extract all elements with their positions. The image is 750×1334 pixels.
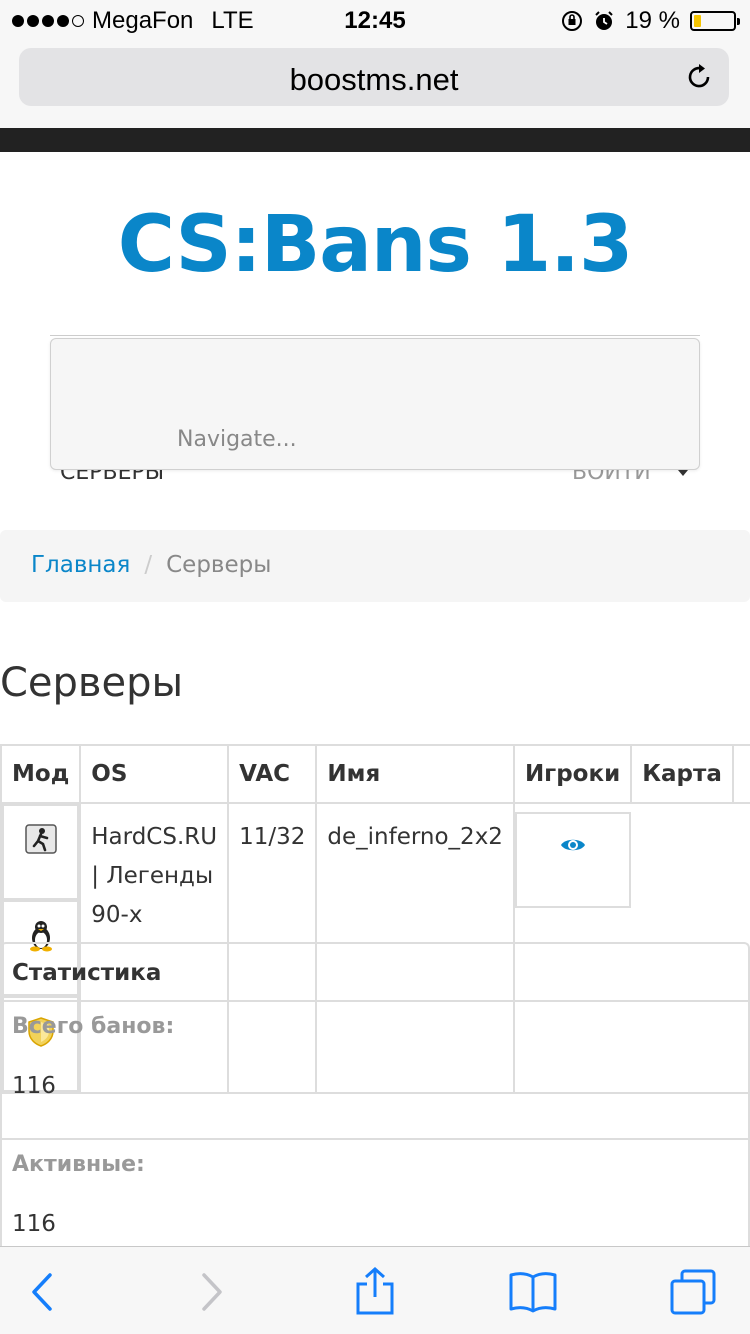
battery-icon: [690, 11, 740, 31]
site-top-bar: [0, 128, 750, 152]
browser-toolbar: [0, 1246, 750, 1334]
statistics-heading: Статистика: [2, 944, 748, 1002]
stat-active-bans: Активные: 116: [2, 1140, 748, 1252]
url-text[interactable]: boostms.net: [19, 62, 729, 98]
column-header-name: Имя: [315, 744, 515, 804]
nav-divider: [50, 335, 700, 336]
cs-mod-icon: [24, 824, 57, 854]
eye-icon[interactable]: [560, 836, 586, 854]
share-icon[interactable]: [350, 1267, 400, 1317]
action-cell[interactable]: [514, 812, 632, 908]
stat-label: Всего банов:: [12, 1014, 175, 1039]
chevron-down-icon[interactable]: [678, 470, 688, 476]
bookmarks-icon[interactable]: [508, 1267, 558, 1317]
navigate-placeholder: Navigate...: [177, 427, 297, 452]
address-bar[interactable]: boostms.net: [19, 48, 729, 106]
table-header-row: Мод OS VAC Имя Игроки Карта: [0, 744, 750, 804]
battery-percent: 19 %: [625, 7, 680, 34]
column-header-os: OS: [79, 744, 230, 804]
mod-cell: [2, 804, 80, 900]
tabs-icon[interactable]: [668, 1267, 718, 1317]
browser-address-area: boostms.net: [0, 40, 750, 128]
stat-value: 116: [12, 1073, 56, 1099]
stat-total-bans: Всего банов: 116: [2, 1002, 748, 1140]
breadcrumb: Главная / Серверы: [0, 530, 750, 602]
breadcrumb-home-link[interactable]: Главная: [31, 552, 130, 578]
breadcrumb-separator: /: [144, 552, 153, 578]
site-title[interactable]: CS:Bans 1.3: [0, 200, 750, 290]
stat-label: Активные:: [12, 1152, 145, 1177]
column-header-players: Игроки: [512, 744, 633, 804]
column-header-map: Карта: [630, 744, 734, 804]
forward-icon[interactable]: [186, 1267, 236, 1317]
navigate-select[interactable]: Navigate...: [50, 338, 700, 470]
back-icon[interactable]: [20, 1267, 70, 1317]
alarm-icon: [595, 11, 614, 30]
column-header-vac: VAC: [227, 744, 318, 804]
orientation-lock-icon: [562, 11, 583, 31]
reload-icon[interactable]: [683, 61, 715, 93]
status-bar: MegaFon LTE 12:45 19 %: [0, 0, 750, 40]
column-header-actions: [731, 744, 750, 804]
page-title: Серверы: [0, 660, 184, 706]
column-header-mod: Мод: [0, 744, 82, 804]
breadcrumb-current: Серверы: [166, 552, 272, 578]
stat-value: 116: [12, 1211, 56, 1237]
statistics-panel: Статистика Всего банов: 116 Активные: 11…: [0, 942, 750, 1252]
